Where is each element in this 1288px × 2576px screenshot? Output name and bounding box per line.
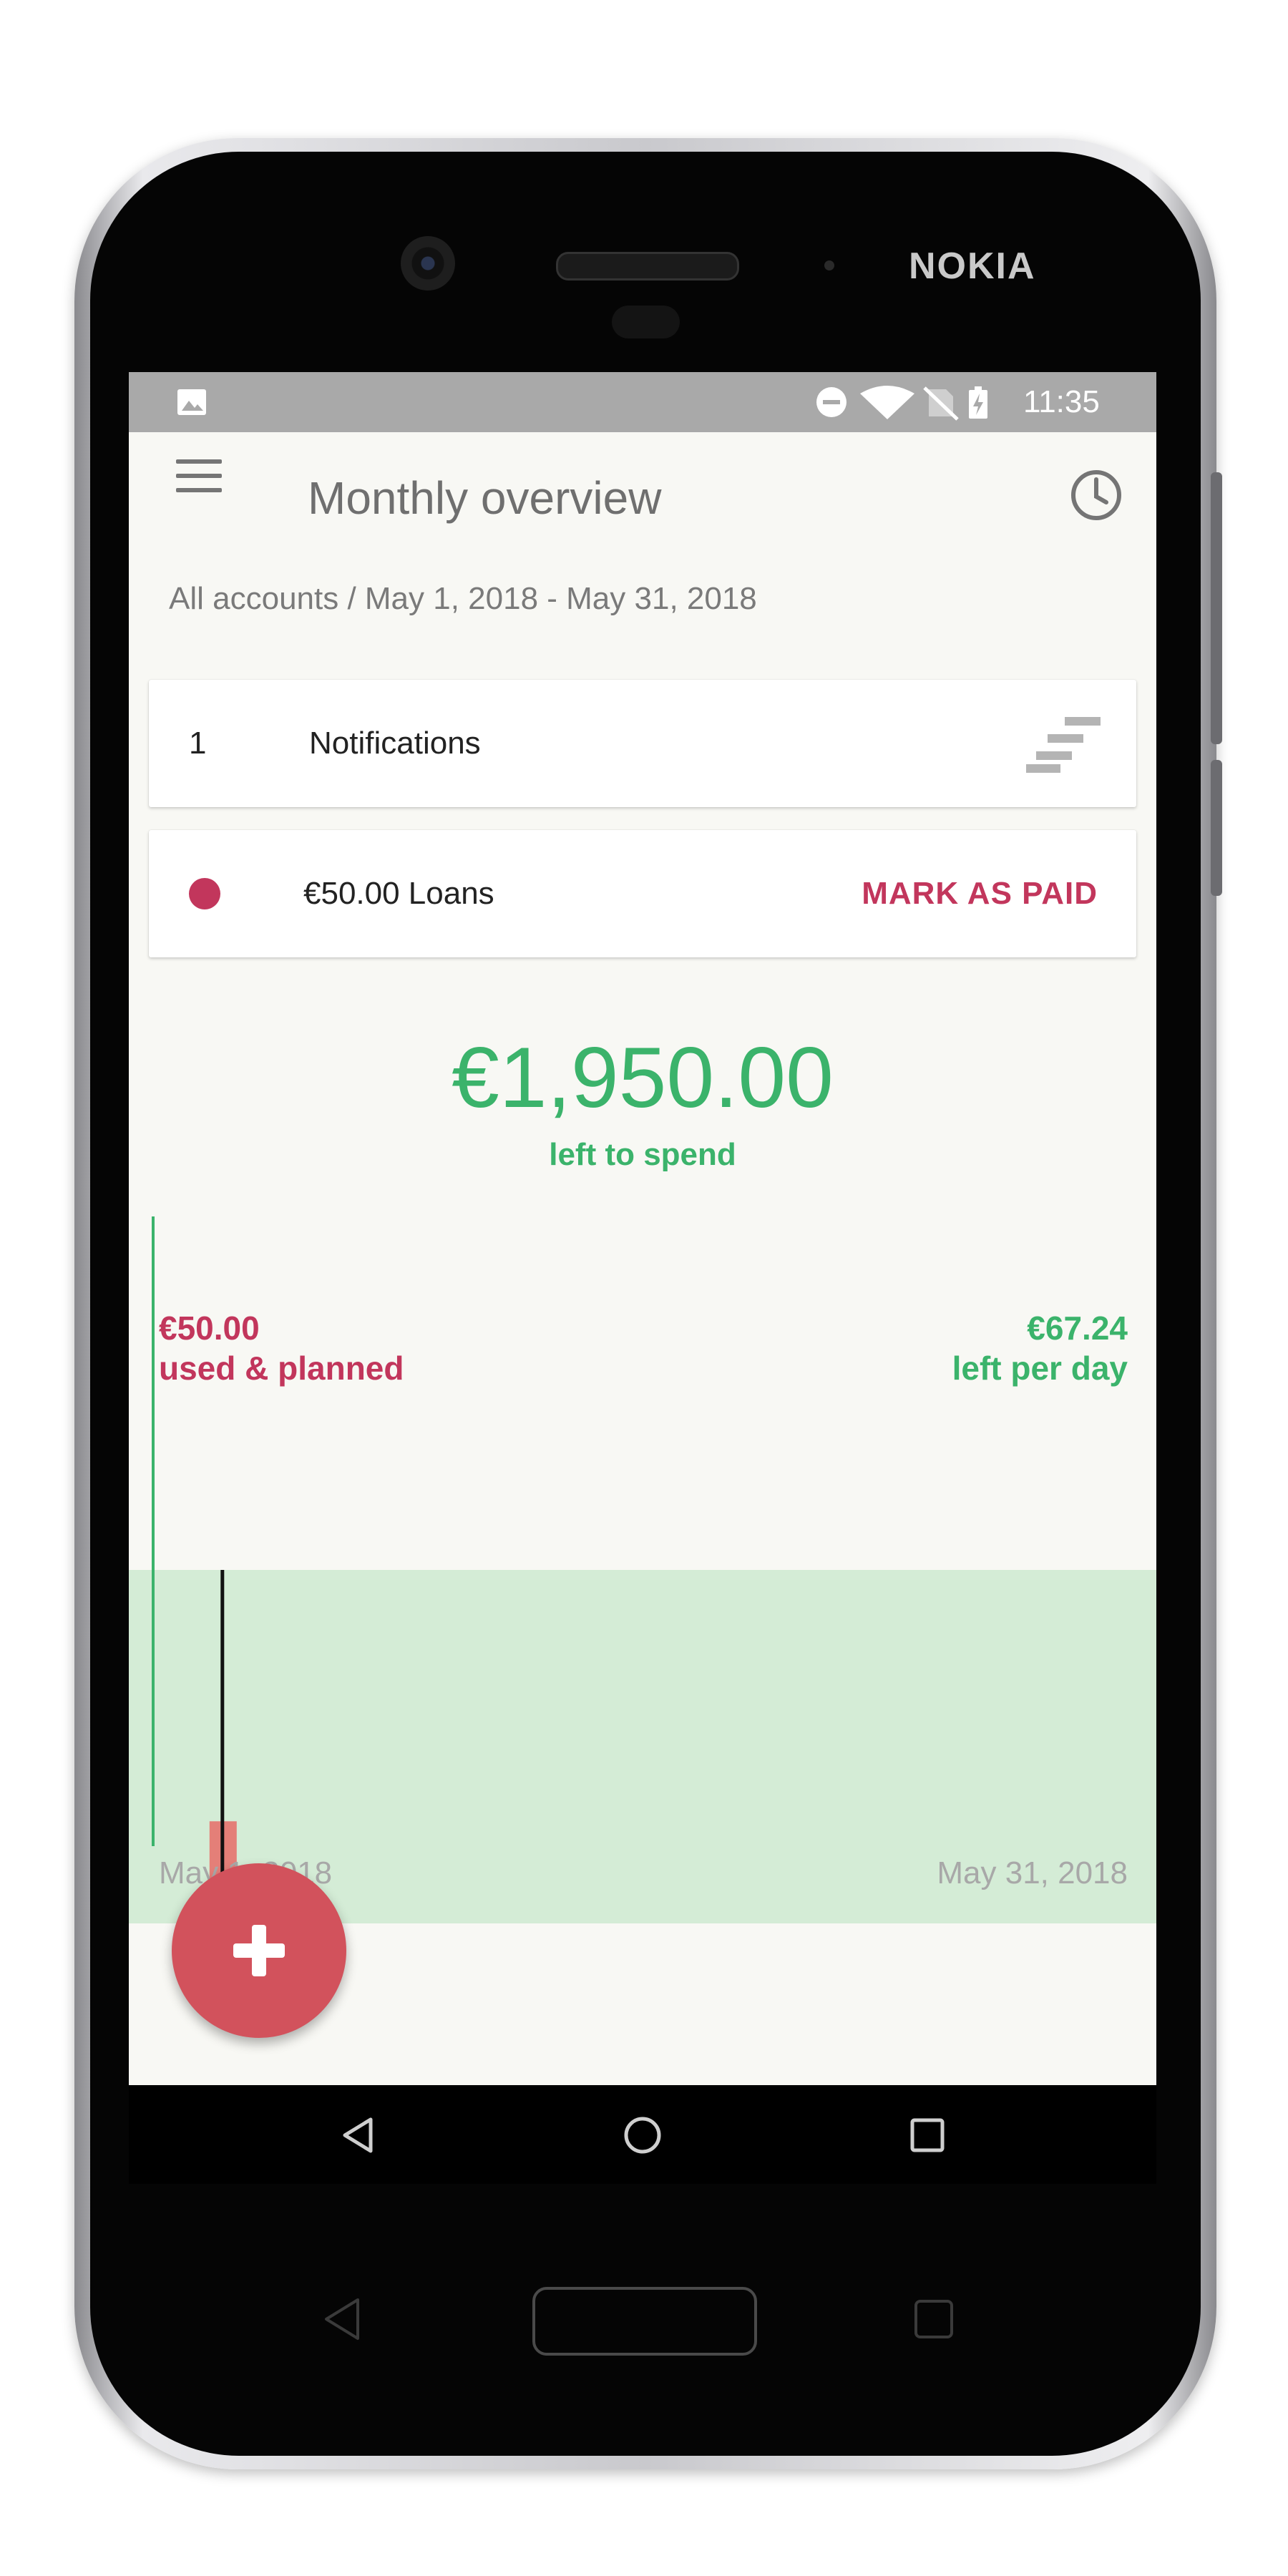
loan-status-dot	[189, 878, 220, 909]
menu-icon-line	[176, 459, 222, 464]
plus-icon	[252, 1925, 266, 1976]
per-day-amount: €67.24	[1027, 1309, 1128, 1347]
used-amount: €50.00	[159, 1309, 260, 1347]
notifications-label: Notifications	[309, 726, 481, 761]
recents-icon[interactable]	[906, 2114, 949, 2157]
stack-icon	[1026, 717, 1101, 773]
left-to-spend-label: left to spend	[549, 1137, 736, 1172]
loan-label: €50.00 Loans	[303, 876, 494, 911]
add-transaction-button[interactable]	[172, 1863, 346, 2038]
hardware-recents-key	[914, 2300, 953, 2338]
menu-icon-line	[176, 474, 222, 478]
front-camera	[401, 236, 455, 291]
budget-chart	[129, 1216, 1156, 1932]
menu-button[interactable]	[169, 448, 226, 505]
no-sim-icon	[923, 386, 959, 421]
brand-logo: NOKIA	[909, 245, 1036, 287]
do-not-disturb-icon	[816, 387, 847, 417]
image-icon	[177, 389, 206, 415]
status-time: 11:35	[1023, 384, 1100, 419]
notification-count: 1	[189, 726, 207, 761]
wifi-icon	[860, 386, 914, 419]
earpiece-speaker	[556, 252, 739, 280]
used-label: used & planned	[159, 1350, 404, 1387]
proximity-sensor	[612, 306, 680, 338]
menu-icon-line	[176, 488, 222, 492]
notifications-card[interactable]: 1 Notifications	[149, 680, 1136, 807]
hardware-home-key	[532, 2287, 757, 2356]
page-title: Monthly overview	[308, 472, 662, 524]
home-icon[interactable]	[621, 2114, 664, 2157]
hardware-back-key	[325, 2298, 359, 2340]
app-screen: 11:35 Monthly overview All accounts / Ma…	[129, 372, 1156, 2085]
power-button	[1211, 760, 1222, 896]
left-to-spend-amount: €1,950.00	[452, 1030, 834, 1126]
history-icon[interactable]	[1066, 465, 1126, 525]
back-icon[interactable]	[336, 2114, 379, 2157]
status-icons	[816, 386, 987, 421]
chart-end-date: May 31, 2018	[937, 1855, 1128, 1890]
light-sensor	[824, 260, 834, 270]
account-date-range[interactable]: All accounts / May 1, 2018 - May 31, 201…	[169, 574, 757, 624]
loan-reminder-card: €50.00 Loans MARK AS PAID	[149, 830, 1136, 957]
navigation-bar	[129, 2085, 1156, 2184]
per-day-label: left per day	[952, 1350, 1128, 1387]
battery-charging-icon	[969, 386, 987, 419]
volume-button	[1211, 472, 1222, 744]
status-bar: 11:35	[129, 372, 1156, 432]
mark-as-paid-button[interactable]: MARK AS PAID	[862, 830, 1098, 957]
